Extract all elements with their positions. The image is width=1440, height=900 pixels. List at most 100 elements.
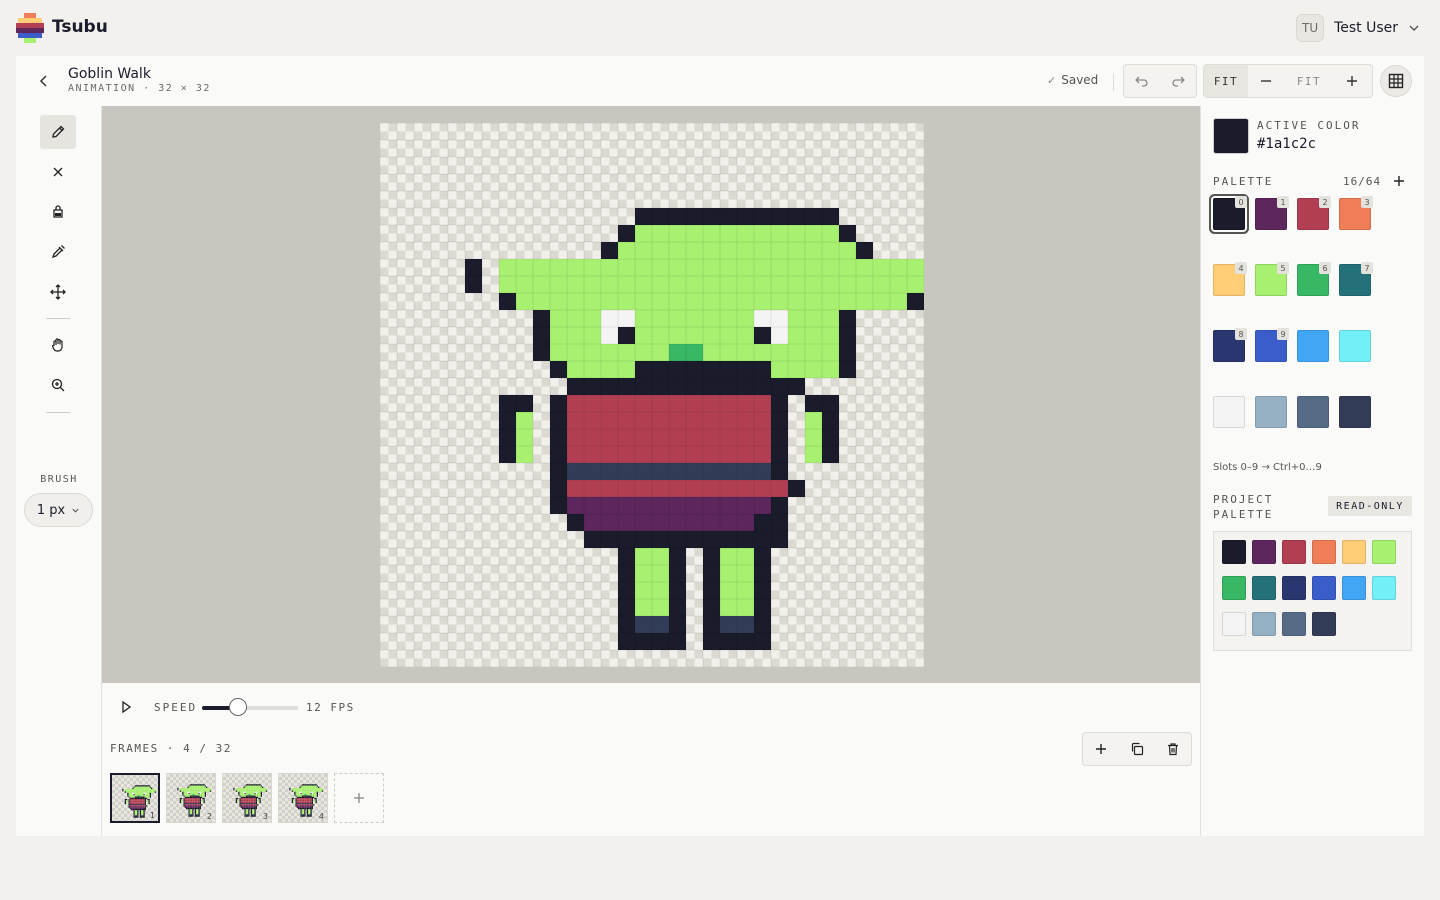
sprite-pixel [204, 793, 206, 795]
sprite-pixel [192, 796, 194, 798]
sprite-pixel [242, 798, 244, 800]
frame-thumbnail[interactable]: 1 [110, 773, 160, 823]
sprite-pixel [771, 395, 788, 412]
brush-size-select[interactable]: 1 px [24, 493, 93, 527]
sprite-pixel [304, 795, 306, 797]
zoom-fit-button[interactable]: FIT [1204, 65, 1248, 97]
palette-swatch[interactable]: 7 [1339, 262, 1373, 296]
tool-fill[interactable] [40, 195, 76, 229]
delete-frame-button[interactable] [1155, 733, 1191, 765]
sprite-pixel [301, 808, 303, 810]
play-button[interactable] [118, 699, 134, 715]
sprite-pixel [720, 599, 737, 616]
add-frame-button[interactable] [1083, 733, 1119, 765]
sprite-pixel [144, 795, 146, 797]
speed-slider[interactable] [202, 698, 298, 716]
sprite-pixel [310, 805, 312, 807]
palette-swatch[interactable]: 8 [1213, 328, 1247, 362]
palette-swatch[interactable]: 0 [1213, 196, 1247, 230]
back-button[interactable] [36, 71, 52, 91]
palette-swatch[interactable]: 4 [1213, 262, 1247, 296]
sprite-pixel [618, 259, 635, 276]
sprite-pixel [516, 293, 533, 310]
sprite-pixel [187, 800, 189, 802]
speed-slider-thumb[interactable] [229, 698, 248, 716]
tool-hand[interactable] [40, 328, 76, 362]
sprite-pixel [907, 259, 924, 276]
tool-eyedropper[interactable] [40, 235, 76, 269]
sprite-pixel [296, 791, 298, 793]
sprite-pixel [309, 800, 311, 802]
sprite-pixel [198, 811, 200, 813]
tool-zoom[interactable] [40, 368, 76, 402]
palette-swatch[interactable] [1297, 330, 1329, 362]
frame-thumbnail[interactable]: 4 [278, 773, 328, 823]
palette-swatch[interactable]: 1 [1255, 196, 1289, 230]
sprite-pixel [252, 805, 254, 807]
zoom-in-button[interactable] [1334, 65, 1370, 97]
palette-swatch[interactable] [1339, 396, 1371, 428]
palette-swatch[interactable]: 3 [1339, 196, 1373, 230]
sprite-pixel [257, 796, 259, 798]
undo-button[interactable] [1124, 65, 1160, 97]
sprite-pixel [686, 208, 703, 225]
sprite-pixel [144, 790, 146, 792]
sprite-pixel [126, 801, 128, 803]
frame-thumbnail[interactable]: 2 [166, 773, 216, 823]
sprite-pixel [635, 582, 652, 599]
sprite-pixel [134, 789, 136, 791]
sprite-pixel [754, 310, 771, 327]
sprite-pixel [183, 794, 185, 796]
sprite-pixel [239, 794, 241, 796]
redo-button[interactable] [1160, 65, 1196, 97]
sprite-pixel [252, 803, 254, 805]
sprite-pixel [197, 788, 199, 790]
sprite-pixel [298, 791, 300, 793]
tool-eraser[interactable] [40, 155, 76, 189]
sprite-pixel [134, 787, 136, 789]
sprite-pixel [301, 801, 303, 803]
sprite-pixel [584, 480, 601, 497]
plus-icon [1347, 76, 1357, 86]
grid-toggle-button[interactable] [1380, 65, 1412, 97]
palette-swatch[interactable]: 9 [1255, 328, 1289, 362]
sprite-pixel [244, 788, 246, 790]
tool-move[interactable] [40, 275, 76, 309]
duplicate-frame-button[interactable] [1119, 733, 1155, 765]
sprite-pixel [550, 293, 567, 310]
frame-thumbnail[interactable]: 3 [222, 773, 272, 823]
sprite-layer[interactable] [380, 123, 924, 667]
user-menu[interactable]: TU Test User [1296, 14, 1420, 42]
sprite-pixel [301, 786, 303, 788]
sprite-pixel [669, 276, 686, 293]
active-color-swatch[interactable] [1213, 118, 1249, 154]
sprite-pixel [669, 395, 686, 412]
tool-pencil[interactable] [40, 115, 76, 149]
sprite-pixel [248, 799, 250, 801]
sprite-pixel [184, 798, 186, 800]
palette-swatch[interactable]: 5 [1255, 262, 1289, 296]
sprite-pixel [247, 786, 249, 788]
sprite-pixel [137, 811, 139, 813]
sprite-pixel [243, 790, 245, 792]
palette-swatch[interactable]: 2 [1297, 196, 1331, 230]
zoom-out-button[interactable] [1248, 65, 1284, 97]
palette-swatch[interactable] [1255, 396, 1287, 428]
sprite-pixel [301, 796, 303, 798]
sprite-pixel [720, 446, 737, 463]
palette-swatch[interactable]: 6 [1297, 262, 1331, 296]
add-color-button[interactable] [1393, 172, 1405, 191]
pixel-canvas[interactable] [380, 123, 924, 667]
sprite-pixel [137, 809, 139, 811]
sprite-pixel [771, 463, 788, 480]
palette-swatch[interactable] [1213, 396, 1245, 428]
palette-swatch[interactable] [1339, 330, 1371, 362]
active-color-hex[interactable]: #1a1c2c [1257, 136, 1316, 152]
sprite-pixel [243, 799, 245, 801]
canvas-stage[interactable] [102, 106, 1200, 683]
palette-swatch[interactable] [1297, 396, 1329, 428]
new-frame-button[interactable] [334, 773, 384, 823]
sprite-pixel [197, 784, 199, 786]
document-title[interactable]: Goblin Walk [68, 66, 151, 82]
sprite-pixel [299, 800, 301, 802]
